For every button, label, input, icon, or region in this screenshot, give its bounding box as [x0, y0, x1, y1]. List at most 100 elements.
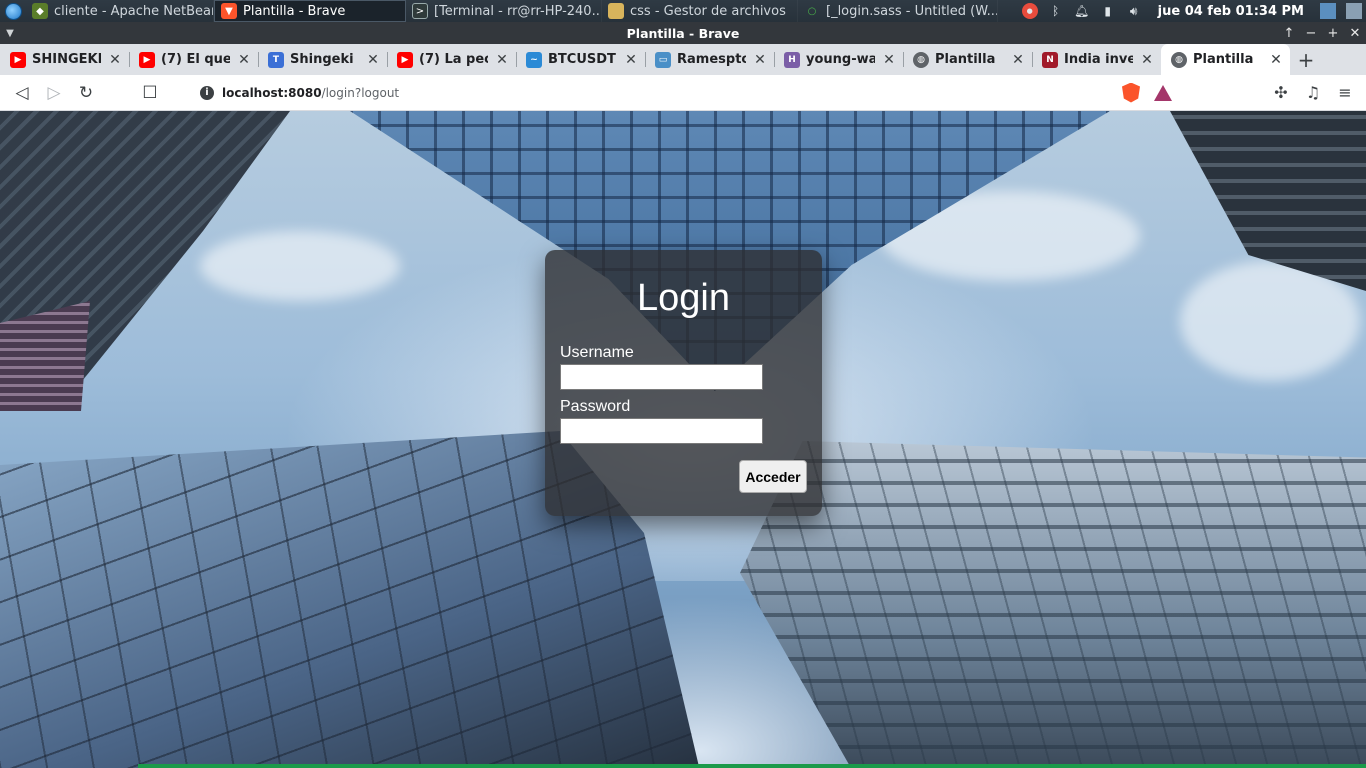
tab-label: Plantilla	[1193, 52, 1254, 67]
reload-button[interactable]: ↻	[70, 77, 102, 109]
window-title: Plantilla - Brave	[626, 25, 740, 41]
tab-strip: ▶ SHINGEKI ✕ ▶ (7) El que ro ✕ T Shingek…	[0, 44, 1366, 75]
extensions-icon[interactable]: ✣	[1270, 77, 1292, 109]
terminal-icon: >	[412, 3, 428, 19]
folder-icon	[608, 3, 624, 19]
browser-tab[interactable]: N India invest ✕	[1032, 44, 1161, 75]
updates-icon[interactable]: ●	[1021, 3, 1038, 19]
close-tab-icon[interactable]: ✕	[236, 52, 252, 68]
panel-clock[interactable]: jue 04 feb 01:34 PM	[1158, 4, 1304, 19]
browser-tab[interactable]: ▶ SHINGEKI ✕	[0, 44, 129, 75]
menu-icon[interactable]: ≡	[1334, 77, 1356, 109]
tab-label: Plantilla	[935, 52, 996, 67]
site-info-icon[interactable]: i	[200, 85, 214, 100]
back-button[interactable]: ◁	[6, 77, 38, 109]
taskbar-item-label: [_login.sass - Untitled (W...	[826, 3, 998, 19]
taskbar-item-label: cliente - Apache NetBeans IDE 12.2	[54, 3, 213, 19]
taskbar-item-terminal[interactable]: > [Terminal - rr@rr-HP-240...	[406, 0, 602, 22]
taskbar-item-netbeans[interactable]: ◆ cliente - Apache NetBeans IDE 12.2	[26, 0, 214, 22]
youtube-icon: ▶	[397, 51, 413, 68]
tab-label: SHINGEKI	[32, 52, 101, 67]
brave-rewards-icon[interactable]	[1154, 84, 1172, 101]
login-form: Login Username Password Acceder	[545, 250, 822, 516]
taskbar-item-label: css - Gestor de archivos	[630, 3, 786, 19]
tab-label: (7) El que ro	[161, 52, 230, 67]
close-tab-icon[interactable]: ✕	[623, 52, 639, 68]
browser-tab[interactable]: H young-wate ✕	[774, 44, 903, 75]
netbeans-icon: ◆	[32, 3, 48, 19]
tab-label: BTCUSDT G	[548, 52, 617, 67]
tab-label: young-wate	[806, 52, 875, 67]
tmo-icon: T	[268, 51, 284, 68]
taskbar-item-file-manager[interactable]: css - Gestor de archivos	[602, 0, 798, 22]
tab-label: India invest	[1064, 52, 1133, 67]
battery-icon[interactable]: ▮	[1100, 3, 1116, 19]
desktop-panel: ◆ cliente - Apache NetBeans IDE 12.2 ▼ P…	[0, 0, 1366, 22]
bottom-progress-strip	[138, 764, 1366, 768]
globe-icon: ◍	[1171, 51, 1187, 68]
browser-tab[interactable]: T Shingeki no ✕	[258, 44, 387, 75]
close-tab-icon[interactable]: ✕	[1268, 52, 1284, 68]
taskbar-item-label: Plantilla - Brave	[243, 3, 346, 19]
volume-icon[interactable]: 🔊︎	[1126, 3, 1142, 19]
browser-tab[interactable]: ▭ Ramesptop ✕	[645, 44, 774, 75]
bookmark-icon[interactable]: ☐	[134, 77, 166, 109]
close-tab-icon[interactable]: ✕	[1010, 52, 1026, 68]
url-host: localhost:8080	[222, 85, 322, 100]
globe-icon: ◍	[913, 51, 929, 68]
window-titlebar: ▼ Plantilla - Brave ↑ − + ✕	[0, 22, 1366, 44]
close-tab-icon[interactable]: ✕	[494, 52, 510, 68]
username-input[interactable]	[560, 364, 763, 390]
password-label: Password	[560, 398, 631, 415]
tab-label: Ramesptop	[677, 52, 746, 67]
browser-tab[interactable]: ▶ (7) La peor ✕	[387, 44, 516, 75]
browser-tab[interactable]: ~ BTCUSDT G ✕	[516, 44, 645, 75]
minimize-icon[interactable]: −	[1300, 22, 1322, 44]
cloud-image	[200, 231, 400, 301]
close-tab-icon[interactable]: ✕	[881, 52, 897, 68]
maximize-icon[interactable]: +	[1322, 22, 1344, 44]
editor-icon: ○	[807, 5, 817, 17]
media-playlist-icon[interactable]: ♫	[1302, 77, 1324, 109]
bluetooth-icon[interactable]: ᛒ	[1048, 3, 1064, 19]
close-tab-icon[interactable]: ✕	[752, 52, 768, 68]
tab-label: Shingeki no	[290, 52, 359, 67]
login-title: Login	[637, 277, 730, 319]
tab-label: (7) La peor	[419, 52, 488, 67]
browser-tab-active[interactable]: ◍ Plantilla ✕	[1161, 44, 1290, 75]
new-tab-button[interactable]: +	[1290, 44, 1322, 75]
chart-icon: ~	[526, 51, 542, 68]
brave-shields-icon[interactable]	[1122, 82, 1140, 103]
taskbar-item-label: [Terminal - rr@rr-HP-240...	[434, 3, 602, 19]
browser-tab[interactable]: ▶ (7) El que ro ✕	[129, 44, 258, 75]
password-input[interactable]	[560, 418, 763, 444]
youtube-icon: ▶	[10, 51, 26, 68]
forward-button[interactable]: ▷	[38, 77, 70, 109]
h-icon: H	[784, 51, 800, 68]
close-window-icon[interactable]: ✕	[1344, 22, 1366, 44]
xfce-logo-icon	[4, 2, 22, 20]
taskbar-item-editor[interactable]: ○ [_login.sass - Untitled (W...	[798, 0, 998, 22]
browser-toolbar: ◁ ▷ ↻ ☐ i localhost:8080/login?logout ✣ …	[0, 75, 1366, 111]
app-menu-button[interactable]	[0, 0, 26, 22]
close-tab-icon[interactable]: ✕	[365, 52, 381, 68]
youtube-icon: ▶	[139, 51, 155, 68]
brave-icon: ▼	[221, 3, 237, 19]
window-up-icon[interactable]: ↑	[1278, 22, 1300, 44]
address-bar[interactable]: i localhost:8080/login?logout	[190, 78, 1122, 107]
news-icon: N	[1042, 51, 1058, 68]
workspace-1-icon[interactable]	[1320, 3, 1336, 19]
close-tab-icon[interactable]: ✕	[107, 52, 123, 68]
taskbar-item-brave[interactable]: ▼ Plantilla - Brave	[214, 0, 406, 22]
workspace-2-icon[interactable]	[1346, 3, 1362, 19]
system-tray: ● ᛒ 🔔︎ ▮ 🔊︎ jue 04 feb 01:34 PM	[1021, 3, 1366, 19]
browser-tab[interactable]: ◍ Plantilla ✕	[903, 44, 1032, 75]
page-viewport: Login Username Password Acceder	[0, 111, 1366, 768]
close-tab-icon[interactable]: ✕	[1139, 52, 1155, 68]
page-icon: ▭	[655, 51, 671, 68]
url-path: /login?logout	[321, 85, 400, 100]
building-image	[740, 441, 1366, 768]
username-label: Username	[560, 344, 634, 361]
notification-bell-icon[interactable]: 🔔︎	[1074, 3, 1090, 19]
acceder-button[interactable]: Acceder	[739, 460, 807, 493]
